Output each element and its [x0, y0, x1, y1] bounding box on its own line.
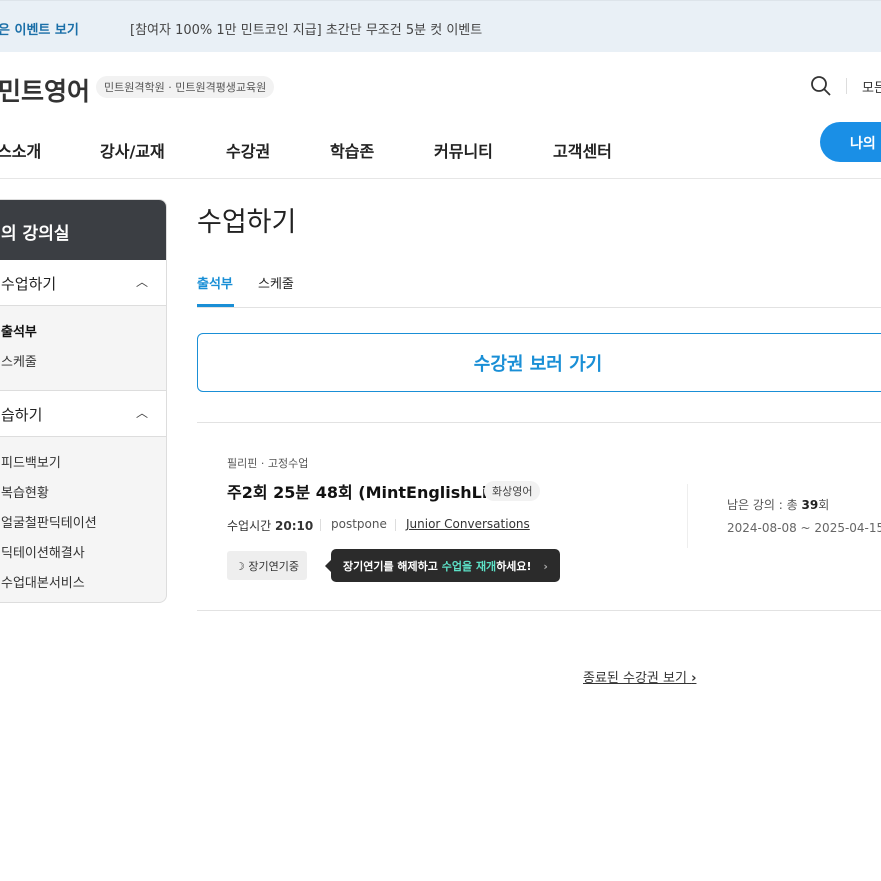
- divider: [395, 519, 396, 531]
- tab-attendance[interactable]: 출석부: [197, 273, 233, 292]
- sidebar-title: 의 강의실: [0, 200, 166, 260]
- class-title: 주2회 25분 48회 (MintEnglishLive): [227, 483, 516, 502]
- sidebar-menu-label: 수업하기: [1, 275, 57, 293]
- header-divider: [0, 178, 881, 179]
- all-events-link[interactable]: 은 이벤트 보기: [0, 19, 79, 38]
- event-banner: 은 이벤트 보기 [참여자 100% 1만 민트코인 지급] 초간단 무조건 5…: [0, 0, 881, 52]
- nav-study-zone[interactable]: 학습존: [330, 138, 374, 162]
- class-type-badge: 화상영어: [484, 481, 541, 501]
- chevron-right-icon: ›: [543, 560, 548, 573]
- chevron-up-icon[interactable]: ︿: [136, 404, 148, 421]
- tooltip-text: 장기연기를 해제하고: [343, 560, 442, 573]
- active-tab-indicator: [197, 304, 234, 307]
- sidebar-submenu: 출석부 스케줄: [0, 306, 166, 391]
- nav-tickets[interactable]: 수강권: [226, 138, 270, 162]
- tooltip-highlight: 수업을 재개: [441, 560, 497, 573]
- moon-icon: ☽: [235, 560, 245, 573]
- chevron-right-icon: ›: [691, 671, 697, 686]
- remaining-label: 남은 강의 : 총: [727, 498, 802, 512]
- nav-intro[interactable]: 스소개: [0, 138, 41, 162]
- logo[interactable]: 민트영어: [0, 72, 90, 108]
- sidebar-menu-class[interactable]: 수업하기 ︿: [0, 260, 166, 306]
- course-link[interactable]: Junior Conversations: [406, 517, 530, 531]
- tooltip-arrow: [325, 560, 331, 572]
- card-bottom-divider: [197, 610, 881, 611]
- header-menu-link[interactable]: 모든: [862, 77, 881, 96]
- tab-schedule[interactable]: 스케줄: [258, 273, 294, 292]
- card-vertical-divider: [687, 484, 688, 548]
- sidebar-item-feedback[interactable]: 피드백보기: [1, 449, 166, 479]
- sidebar-item-schedule[interactable]: 스케줄: [1, 348, 166, 378]
- tab-divider: [197, 307, 881, 308]
- sidebar-item-dictation-solver[interactable]: 딕테이션해결사: [1, 539, 166, 569]
- chevron-up-icon[interactable]: ︿: [136, 273, 148, 290]
- class-period: 2024-08-08 ~ 2025-04-15: [727, 521, 881, 535]
- sidebar: 의 강의실 수업하기 ︿ 출석부 스케줄 습하기 ︿ 피드백보기 복습현황 얼굴철판…: [0, 199, 167, 603]
- sidebar-submenu: 피드백보기 복습현황 얼굴철판딕테이션 딕테이션해결사 수업대본서비스: [0, 437, 166, 602]
- ended-tickets-label: 종료된 수강권 보기: [583, 671, 687, 686]
- institution-badge: 민트원격학원 · 민트원격평생교육원: [96, 76, 275, 98]
- ended-tickets-link[interactable]: 종료된 수강권 보기 ›: [583, 667, 696, 686]
- divider: [846, 78, 847, 94]
- postpone-label: postpone: [331, 517, 387, 531]
- sidebar-menu-review[interactable]: 습하기 ︿: [0, 391, 166, 437]
- long-postpone-badge: ☽ 장기연기중: [227, 551, 307, 580]
- tooltip-text: 하세요!: [496, 560, 532, 573]
- remaining-unit: 회: [818, 498, 830, 512]
- class-time: 수업시간 20:10: [227, 517, 313, 534]
- class-time-label: 수업시간: [227, 519, 272, 533]
- card-divider: [197, 422, 881, 423]
- class-category: 필리핀 · 고정수업: [227, 457, 309, 470]
- status-label: 장기연기중: [248, 560, 299, 573]
- class-time-value: 20:10: [275, 519, 314, 533]
- page-title: 수업하기: [197, 207, 297, 238]
- my-classroom-button[interactable]: 나의 강: [820, 122, 881, 162]
- sidebar-item-review-status[interactable]: 복습현황: [1, 479, 166, 509]
- resume-tooltip[interactable]: 장기연기를 해제하고 수업을 재개하세요! ›: [325, 549, 560, 582]
- nav-teachers[interactable]: 강사/교재: [100, 138, 165, 162]
- nav-community[interactable]: 커뮤니티: [434, 138, 493, 162]
- event-text[interactable]: [참여자 100% 1만 민트코인 지급] 초간단 무조건 5분 컷 이벤트: [130, 19, 482, 38]
- sidebar-item-script-service[interactable]: 수업대본서비스: [1, 569, 166, 599]
- search-icon[interactable]: [810, 75, 832, 97]
- nav-support[interactable]: 고객센터: [553, 138, 612, 162]
- sidebar-item-dictation[interactable]: 얼굴철판딕테이션: [1, 509, 166, 539]
- sidebar-item-attendance[interactable]: 출석부: [1, 318, 166, 348]
- divider: [320, 519, 321, 531]
- remaining-classes: 남은 강의 : 총 39회: [727, 496, 829, 513]
- remaining-count: 39: [801, 498, 819, 512]
- view-tickets-button[interactable]: 수강권 보러 가기: [197, 333, 881, 392]
- sidebar-menu-label: 습하기: [1, 406, 43, 424]
